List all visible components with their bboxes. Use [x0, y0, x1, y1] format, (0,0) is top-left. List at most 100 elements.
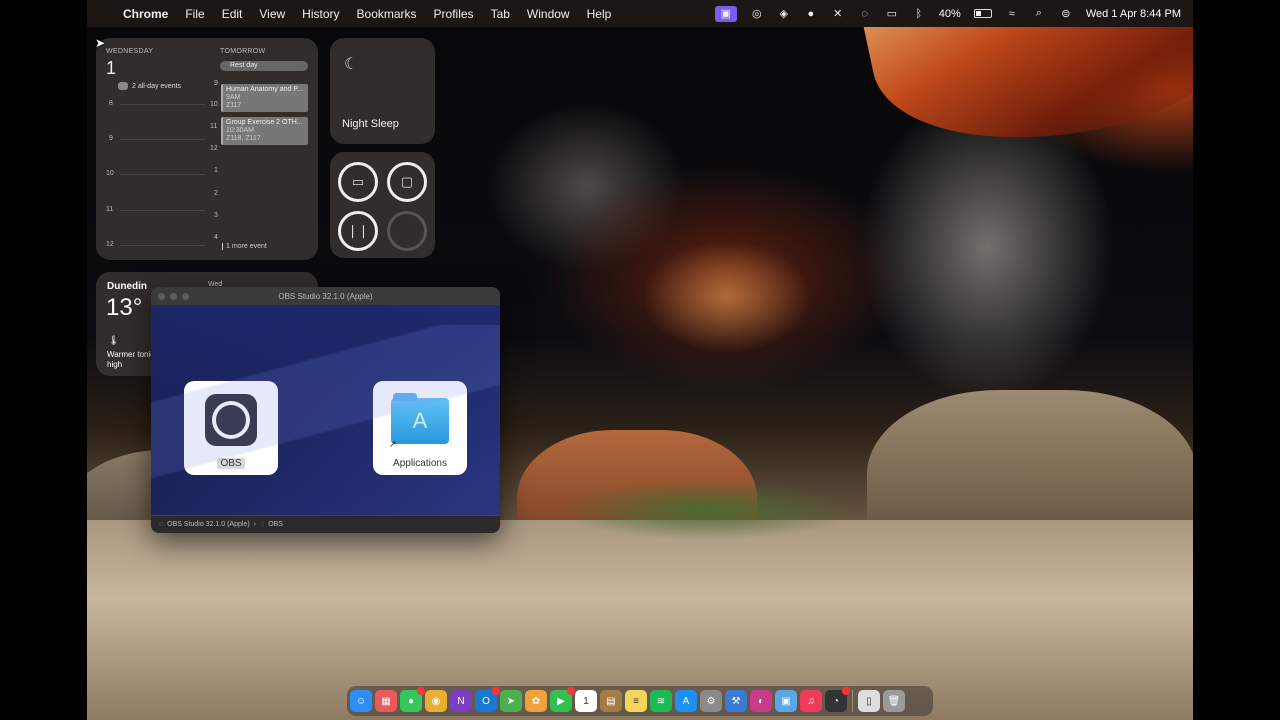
obs-app-item[interactable]: OBS: [184, 381, 278, 475]
app-menu[interactable]: Chrome: [123, 7, 168, 21]
menu-help[interactable]: Help: [587, 7, 612, 21]
xcode-icon[interactable]: ⚒: [725, 690, 747, 712]
control-center-icon[interactable]: ⊜: [1059, 7, 1073, 21]
menu-bookmarks[interactable]: Bookmarks: [357, 7, 417, 21]
hour-label: 4: [214, 234, 218, 241]
batteries-widget[interactable]: ▭ ▢ ❘❘: [330, 152, 435, 258]
hour-line: [120, 174, 205, 175]
thermometer-icon: 🌡: [108, 335, 120, 345]
search-icon[interactable]: ⌕: [1032, 7, 1046, 21]
hour-line: [120, 139, 205, 140]
all-day-events: 2 all-day events: [118, 82, 181, 90]
hour-label: 10: [210, 101, 218, 108]
sleep-widget[interactable]: ☾ Night Sleep: [330, 38, 435, 144]
launchpad-icon[interactable]: ▦: [375, 690, 397, 712]
window-titlebar[interactable]: OBS Studio 32.1.0 (Apple): [151, 287, 500, 305]
hour-label: 12: [210, 145, 218, 152]
menu-edit[interactable]: Edit: [222, 7, 243, 21]
arc-icon[interactable]: ◐: [750, 690, 772, 712]
menu-tab[interactable]: Tab: [491, 7, 510, 21]
applications-folder-item[interactable]: A ↗ Applications: [373, 381, 467, 475]
path-child[interactable]: OBS: [268, 521, 283, 528]
battery-percent: 40%: [938, 7, 961, 20]
hour-label: 1: [214, 167, 218, 174]
menu-history[interactable]: History: [302, 7, 339, 21]
dock-separator: [852, 690, 853, 712]
calendar-event[interactable]: Human Anatomy and P... 9AM Z117: [221, 84, 308, 112]
hour-label: 9: [109, 135, 113, 142]
weather-city: Dunedin: [107, 281, 147, 292]
creative-cloud-icon[interactable]: ◎: [750, 7, 764, 21]
obs-installer-window: OBS Studio 32.1.0 (Apple) OBS A ↗ Applic…: [151, 287, 500, 533]
path-bar: ◌ OBS Studio 32.1.0 (Apple) › ◌ OBS: [151, 515, 500, 533]
hour-label: 3: [214, 212, 218, 219]
disk-icon: ◌: [159, 521, 164, 528]
menu-bar: Chrome File Edit View History Bookmarks …: [87, 0, 1193, 27]
spotify-icon[interactable]: ≋: [650, 690, 672, 712]
onenote-icon[interactable]: N: [450, 690, 472, 712]
applications-label: Applications: [393, 458, 447, 469]
hour-label: 8: [109, 100, 113, 107]
status-area: ▣ ◎ ◈ ● ✕ ◌ ▭ ᛒ 40% ≈ ⌕ ⊜ Wed 1 Apr 8:44…: [714, 5, 1193, 22]
mute-icon[interactable]: ✕: [831, 7, 845, 21]
obs-logo-icon: [205, 394, 257, 446]
menu-view[interactable]: View: [259, 7, 285, 21]
maps-icon[interactable]: ➤: [500, 690, 522, 712]
obs-app-label: OBS: [184, 458, 278, 469]
preview-icon[interactable]: ▣: [775, 690, 797, 712]
empty-battery-slot-icon: [387, 211, 427, 251]
calendar-icon[interactable]: 1: [575, 690, 597, 712]
document-icon[interactable]: ▯: [858, 690, 880, 712]
menu-window[interactable]: Window: [527, 7, 570, 21]
chrome-icon[interactable]: ◉: [425, 690, 447, 712]
calendar-today-number: 1: [106, 58, 117, 78]
hour-label: 12: [106, 241, 114, 248]
display-icon[interactable]: ▭: [885, 7, 899, 21]
bluetooth-icon[interactable]: ᛒ: [912, 7, 926, 21]
alias-arrow-icon: ↗: [389, 439, 397, 449]
hour-line: [120, 245, 205, 246]
calendar-widget[interactable]: WEDNESDAY 1 2 all-day events TOMORROW Re…: [96, 38, 318, 260]
notes-brown-icon[interactable]: ▤: [600, 690, 622, 712]
music-icon[interactable]: ♫: [800, 690, 822, 712]
hour-line: [120, 210, 205, 211]
focus-icon[interactable]: ●: [804, 7, 818, 21]
airplay-icon[interactable]: ◌: [858, 7, 872, 21]
path-root[interactable]: OBS Studio 32.1.0 (Apple): [167, 521, 250, 528]
battery-fill: [975, 11, 982, 16]
settings-icon[interactable]: ⚙: [700, 690, 722, 712]
trash-icon[interactable]: 🗑: [883, 690, 905, 712]
laptop-battery-icon: ▭: [338, 162, 378, 202]
wallpaper-planet: [859, 27, 1193, 173]
installer-background: OBS A ↗ Applications: [151, 305, 500, 515]
menu-clock[interactable]: Wed 1 Apr 8:44 PM: [1086, 8, 1181, 20]
finder-icon[interactable]: ☺: [350, 690, 372, 712]
notification-badge: [842, 687, 850, 695]
mouse-cursor-icon: ➤: [95, 36, 106, 50]
hour-line: [120, 104, 205, 105]
battery-icon[interactable]: [973, 9, 992, 18]
messages-icon[interactable]: ●: [400, 687, 425, 712]
menu-profiles[interactable]: Profiles: [434, 7, 474, 21]
moon-icon: ☾: [344, 56, 359, 73]
wifi-icon[interactable]: ≈: [1005, 7, 1019, 21]
layers-icon[interactable]: ◈: [777, 7, 791, 21]
screen-record-icon[interactable]: ▣: [714, 5, 737, 22]
airpods-case-battery-icon: ▢: [387, 162, 427, 202]
path-separator-icon: ›: [253, 521, 257, 528]
notes-icon[interactable]: ≡: [625, 690, 647, 712]
activity-monitor-icon[interactable]: ◔: [825, 687, 850, 712]
outlook-icon[interactable]: O: [475, 687, 500, 712]
photos-icon[interactable]: ✿: [525, 690, 547, 712]
app-store-icon[interactable]: A: [675, 690, 697, 712]
facetime-icon[interactable]: ▶: [550, 687, 575, 712]
calendar-tomorrow-label: TOMORROW: [220, 48, 266, 55]
calendar-pill-icon: [118, 82, 128, 90]
notification-badge: [492, 687, 500, 695]
menu-file[interactable]: File: [185, 7, 204, 21]
notification-badge: [567, 687, 575, 695]
calendar-event[interactable]: Group Exercise 2 OTH... 10:30AM Z118, Z1…: [221, 117, 308, 145]
dock: ☺ ▦ ● ◉ N O ➤ ✿ ▶ 1 ▤ ≡ ≋ A ⚙ ⚒ ◐ ▣ ♫ ◔ ▯ 🗑: [347, 686, 933, 716]
hour-label: 9: [214, 80, 218, 87]
window-title: OBS Studio 32.1.0 (Apple): [278, 291, 373, 301]
